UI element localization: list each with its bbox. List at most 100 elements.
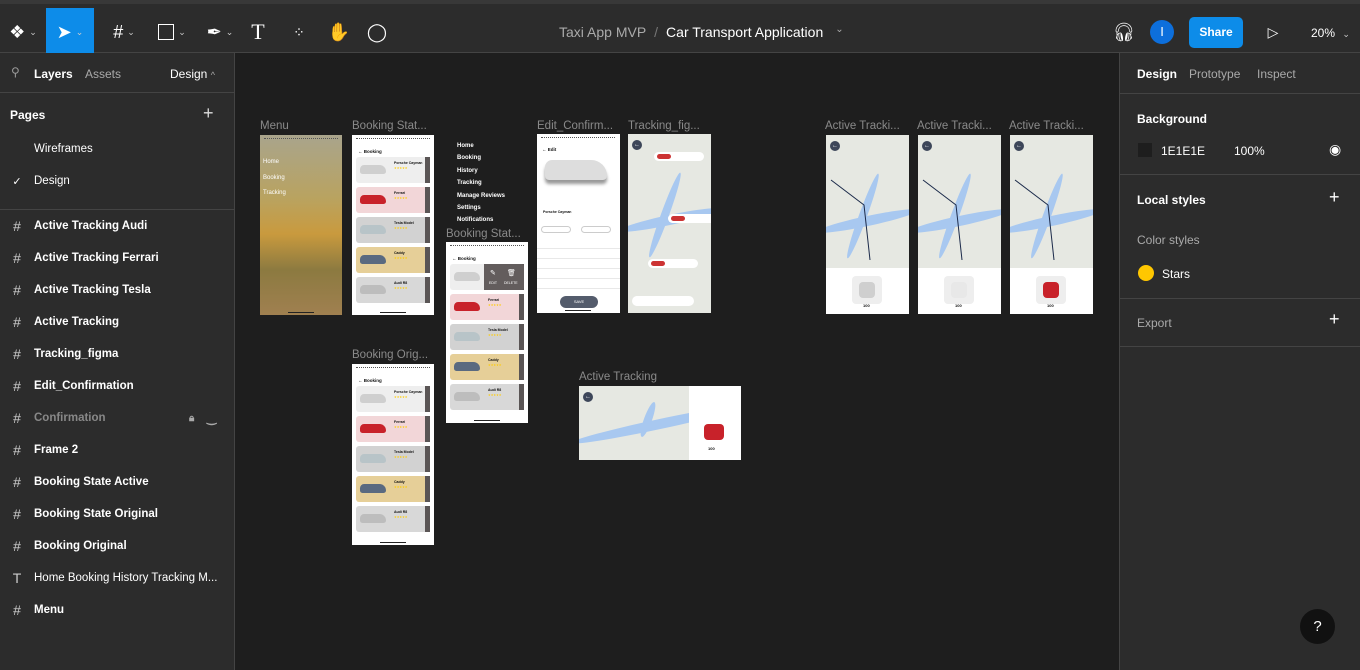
active-tracking-audi-frame[interactable]: ← 100: [826, 135, 909, 314]
layer-item[interactable]: # Frame 2: [0, 434, 235, 466]
car-card[interactable]: Caddy ★★★★★: [450, 354, 524, 380]
help-button[interactable]: ?: [1300, 609, 1335, 644]
card-action-tab[interactable]: [425, 247, 430, 273]
tracking-figma-frame[interactable]: ←: [628, 134, 711, 313]
frame-label[interactable]: Booking Orig...: [352, 349, 428, 361]
frame-label[interactable]: Tracking_fig...: [628, 120, 700, 132]
layer-item[interactable]: # Booking Original: [0, 530, 235, 562]
layer-item[interactable]: T Home Booking History Tracking M...: [0, 562, 235, 594]
active-tracking-frame[interactable]: ← 100: [579, 386, 741, 460]
frame-label[interactable]: Menu: [260, 120, 289, 132]
edit-action[interactable]: EDIT: [489, 281, 497, 285]
file-name[interactable]: Car Transport Application: [666, 24, 823, 40]
card-action-tab[interactable]: [425, 157, 430, 183]
page-dropdown[interactable]: Design ^: [170, 67, 215, 81]
frame-label[interactable]: Edit_Confirm...: [537, 120, 613, 132]
move-tool-button[interactable]: ➤ ⌄: [46, 8, 94, 56]
resources-button[interactable]: ⁘: [284, 8, 314, 56]
project-name[interactable]: Taxi App MVP: [559, 24, 646, 40]
tab-layers[interactable]: Layers: [34, 67, 73, 81]
card-action-tab[interactable]: [425, 446, 430, 472]
bg-opacity-input[interactable]: 100%: [1234, 144, 1265, 158]
back-button[interactable]: ←: [583, 392, 593, 402]
layer-item[interactable]: # Active Tracking Audi: [0, 210, 235, 242]
car-marker-card[interactable]: [648, 259, 698, 268]
car-card[interactable]: Audi R8 ★★★★★: [450, 384, 524, 410]
menu-item[interactable]: Booking: [263, 175, 285, 181]
menu-frame[interactable]: Home Booking Tracking: [260, 135, 342, 315]
layer-item[interactable]: # Active Tracking: [0, 306, 235, 338]
page-item-design[interactable]: ✓ Design: [0, 165, 235, 197]
frame-label[interactable]: Active Tracking: [579, 371, 657, 383]
car-card[interactable]: Ferrari ★★★★★: [356, 187, 430, 213]
stars-color-swatch[interactable]: [1138, 265, 1154, 281]
delete-action[interactable]: DELETE: [504, 281, 518, 285]
card-action-tab[interactable]: [519, 294, 524, 320]
hidden-eye-icon[interactable]: ‿: [207, 411, 216, 425]
avatar[interactable]: I: [1150, 20, 1174, 44]
booking-original-frame[interactable]: ← Booking Porsche Cayman ★★★★★ Ferrari ★★★★★…: [352, 364, 434, 545]
car-card[interactable]: Caddy ★★★★★: [356, 247, 430, 273]
save-button[interactable]: SAVE: [560, 296, 598, 308]
figma-menu-button[interactable]: ❖ ⌄: [0, 8, 46, 56]
lock-icon[interactable]: 🔒︎: [189, 413, 194, 424]
car-marker-card[interactable]: [654, 152, 704, 161]
car-card[interactable]: Audi R8 ★★★★★: [356, 506, 430, 532]
menu-item[interactable]: Home: [263, 159, 279, 165]
car-card[interactable]: Tesla Model ★★★★★: [356, 446, 430, 472]
eye-icon[interactable]: ◉: [1329, 141, 1341, 158]
search-icon[interactable]: ⚲: [11, 65, 20, 79]
car-card[interactable]: Porsche Cayman★★★★★: [356, 386, 430, 412]
back-arrow-icon[interactable]: ←: [358, 149, 363, 154]
car-card[interactable]: Audi R8 ★★★★★: [356, 277, 430, 303]
search-input[interactable]: [632, 296, 694, 306]
layer-item[interactable]: # Edit_Confirmation: [0, 370, 235, 402]
canvas[interactable]: Menu Home Booking Tracking Booking Stat... ← …: [235, 53, 1119, 670]
layer-item[interactable]: # Booking State Original: [0, 498, 235, 530]
comment-tool-button[interactable]: ◯: [362, 8, 392, 56]
car-card[interactable]: Caddy ★★★★★: [356, 476, 430, 502]
card-action-tab[interactable]: [425, 277, 430, 303]
frame-label[interactable]: Active Tracki...: [1009, 120, 1084, 132]
card-action-tab[interactable]: [425, 416, 430, 442]
chevron-down-icon[interactable]: ⌄: [835, 24, 843, 40]
layer-item[interactable]: # Tracking_figma: [0, 338, 235, 370]
text-tool-button[interactable]: T: [244, 8, 272, 56]
shape-tool-button[interactable]: ⌄: [148, 8, 196, 56]
car-card[interactable]: Ferrari ★★★★★: [450, 294, 524, 320]
card-action-tab[interactable]: [519, 324, 524, 350]
card-action-tab[interactable]: [425, 217, 430, 243]
pen-tool-button[interactable]: ✒ ⌄: [196, 8, 244, 56]
card-action-tab[interactable]: [519, 354, 524, 380]
active-tracking-tesla-frame[interactable]: ← 100: [918, 135, 1001, 314]
back-button[interactable]: ←: [632, 140, 642, 150]
car-card[interactable]: Tesla Model ★★★★★: [356, 217, 430, 243]
car-card[interactable]: Ferrari ★★★★★: [356, 416, 430, 442]
active-tracking-ferrari-frame[interactable]: ← 100: [1010, 135, 1093, 314]
share-button[interactable]: Share: [1189, 17, 1243, 48]
booking-state-frame[interactable]: ← Booking Porsche Cayman ★★★★★ Ferrari ★★★★★…: [352, 135, 434, 315]
frame-label[interactable]: Active Tracki...: [825, 120, 900, 132]
layer-item[interactable]: # Active Tracking Ferrari: [0, 242, 235, 274]
card-action-tab[interactable]: [425, 506, 430, 532]
booking-state-active-frame[interactable]: ← BookingPorsche Cayman★★★★★Ferrari★★★★★…: [446, 242, 528, 423]
zoom-dropdown[interactable]: 20% ⌄: [1311, 26, 1350, 40]
bg-hex-input[interactable]: 1E1E1E: [1161, 144, 1205, 158]
add-page-icon[interactable]: +: [203, 103, 214, 124]
audio-button[interactable]: 🎧︎: [1112, 8, 1136, 56]
frame-label[interactable]: Booking Stat...: [446, 228, 521, 240]
card-action-tab[interactable]: [519, 384, 524, 410]
add-export-icon[interactable]: +: [1329, 309, 1340, 330]
add-style-icon[interactable]: +: [1329, 187, 1340, 208]
page-item-wireframes[interactable]: Wireframes: [0, 133, 235, 165]
card-action-tab[interactable]: [425, 386, 430, 412]
layer-item[interactable]: # Confirmation 🔒︎ ‿: [0, 402, 235, 434]
car-card[interactable]: Tesla Model ★★★★★: [450, 324, 524, 350]
hand-tool-button[interactable]: ✋: [324, 8, 354, 56]
present-button[interactable]: ▷: [1262, 8, 1284, 56]
color-swatch[interactable]: [1138, 143, 1152, 157]
car-card[interactable]: Porsche Cayman★★★★★: [356, 157, 430, 183]
checkout-field[interactable]: [581, 226, 611, 233]
menu-item[interactable]: Tracking: [263, 190, 286, 196]
tab-inspect[interactable]: Inspect: [1257, 67, 1296, 81]
